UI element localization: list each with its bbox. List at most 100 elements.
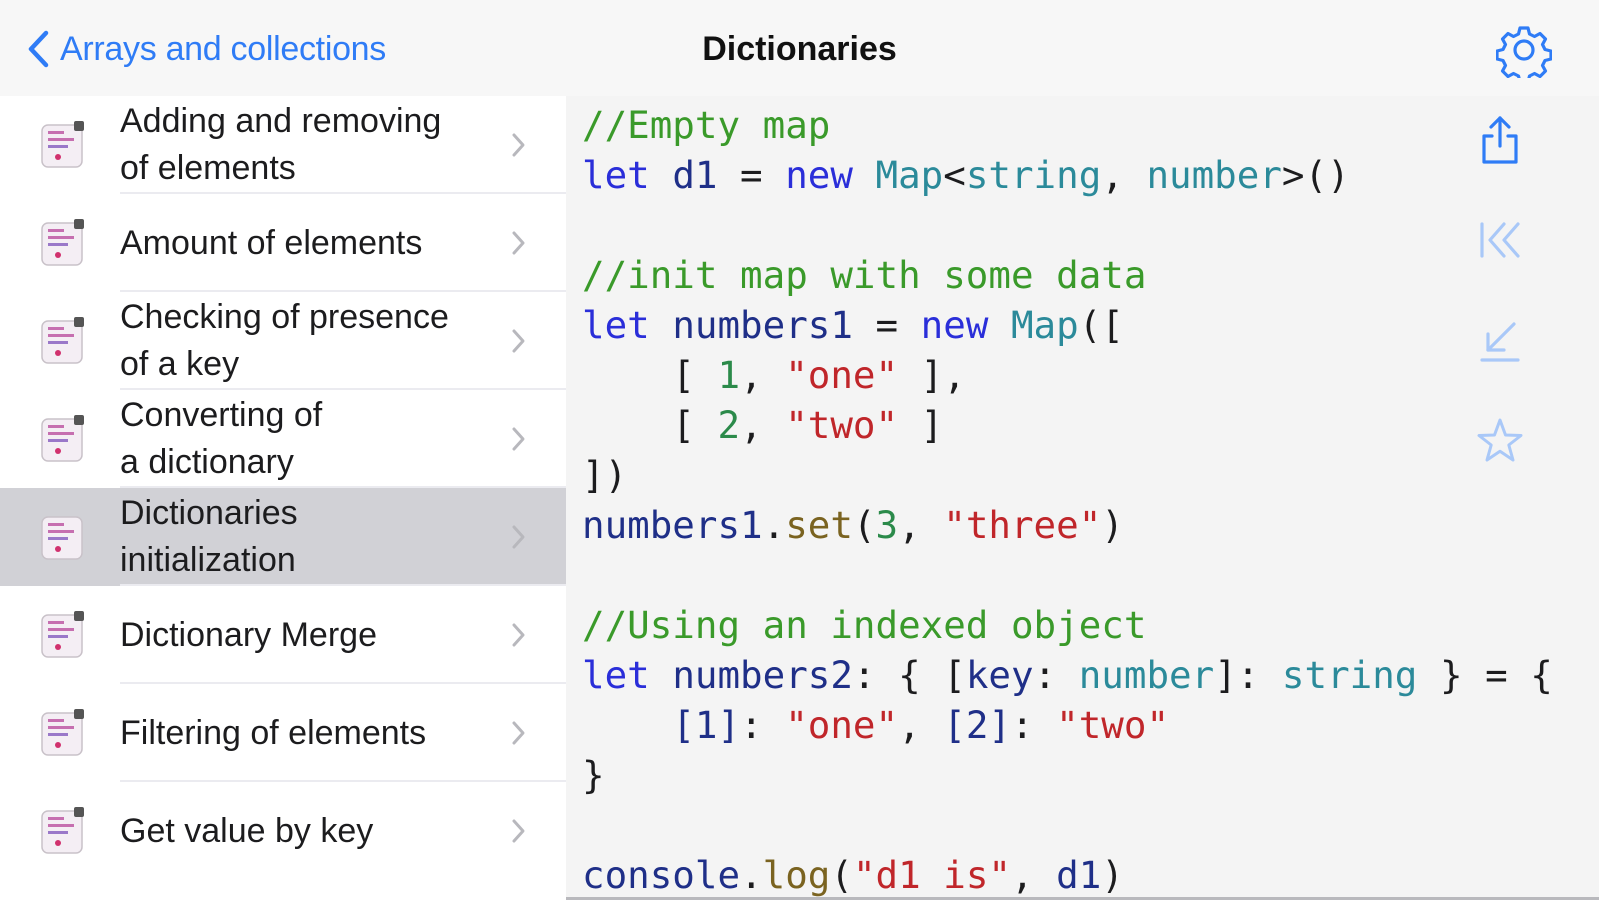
code-token: , — [1101, 153, 1147, 197]
code-token: "two" — [1056, 703, 1170, 747]
sidebar-item[interactable]: Get value by key — [0, 782, 566, 880]
favorite-star-icon[interactable] — [1470, 412, 1530, 472]
first-page-icon[interactable] — [1470, 210, 1530, 270]
sidebar-list: Adding and removing of elements Amount of… — [0, 96, 566, 900]
code-token: } = { — [1417, 653, 1553, 697]
code-token: ]: — [1214, 653, 1282, 697]
code-line: let numbers1 = new Map([ — [582, 300, 1553, 350]
download-icon[interactable] — [1470, 310, 1530, 370]
code-token: let — [582, 153, 650, 197]
share-icon[interactable] — [1470, 110, 1530, 170]
sidebar-item[interactable]: Adding and removing of elements — [0, 96, 566, 194]
code-token: "one" — [785, 353, 899, 397]
code-token: let — [582, 653, 650, 697]
chevron-right-icon — [512, 231, 525, 255]
page-title: Dictionaries — [0, 24, 1599, 74]
code-line: console.log("d1 is", d1) — [582, 850, 1553, 900]
code-line: //Empty map — [582, 100, 1553, 150]
code-block: //Empty map let d1 = new Map<string, numb… — [582, 100, 1553, 900]
code-token: : — [1010, 703, 1057, 747]
code-token: ( — [830, 853, 853, 897]
code-token: "one" — [785, 703, 899, 747]
code-token: ], — [898, 353, 966, 397]
chevron-right-icon — [512, 329, 525, 353]
sidebar-item-label: Filtering of elements — [120, 713, 427, 752]
chevron-right-icon — [512, 721, 525, 745]
code-token: [1] — [672, 703, 741, 747]
code-line: [1]: "one", [2]: "two" — [582, 700, 1553, 750]
document-icon — [41, 317, 84, 364]
code-token: new — [920, 303, 989, 347]
chevron-right-icon — [512, 819, 525, 843]
code-token: let — [582, 303, 650, 347]
code-token: : — [1033, 653, 1079, 697]
code-token: log — [762, 853, 831, 897]
sidebar-item[interactable]: Checking of presence of a key — [0, 292, 566, 390]
code-token: : { [ — [852, 653, 966, 697]
code-token: , — [1010, 853, 1057, 897]
code-token: 3 — [875, 503, 899, 547]
chevron-right-icon — [512, 623, 525, 647]
sidebar-item[interactable]: Filtering of elements — [0, 684, 566, 782]
code-token: < — [943, 153, 966, 197]
code-token: ) — [1101, 503, 1124, 547]
sidebar-item-label: Checking of presence of a key — [120, 298, 449, 383]
code-token: string — [1281, 653, 1418, 697]
document-icon — [41, 121, 84, 168]
code-token: numbers1 — [672, 303, 853, 347]
sidebar-item-label: Amount of elements — [120, 223, 423, 262]
document-icon — [41, 611, 84, 658]
document-icon — [41, 709, 84, 756]
chevron-right-icon — [512, 525, 525, 549]
code-token: } — [582, 753, 605, 797]
sidebar-item[interactable]: Converting of a dictionary — [0, 390, 566, 488]
code-token: ] — [898, 403, 944, 447]
sidebar-item-label: Dictionaries initialization — [120, 494, 298, 579]
code-token: , — [740, 353, 786, 397]
code-token: ([ — [1078, 303, 1124, 347]
sidebar-item[interactable]: Dictionary Merge — [0, 586, 566, 684]
code-token: ]) — [582, 453, 628, 497]
code-token: //Using an indexed object — [582, 603, 1147, 647]
side-toolbar — [1470, 96, 1540, 556]
code-line: //Using an indexed object — [582, 600, 1553, 650]
code-token: , — [898, 503, 944, 547]
document-icon — [41, 807, 84, 854]
chevron-right-icon — [512, 427, 525, 451]
code-token: number — [1078, 653, 1215, 697]
code-token: , — [740, 403, 786, 447]
page-title-text: Dictionaries — [702, 30, 897, 68]
code-view[interactable]: //Empty map let d1 = new Map<string, numb… — [566, 96, 1599, 900]
code-token: //Empty map — [582, 103, 831, 147]
gear-icon[interactable] — [1496, 22, 1552, 78]
code-token: "three" — [943, 503, 1102, 547]
code-token: numbers1 — [582, 503, 763, 547]
sidebar-item[interactable]: Amount of elements — [0, 194, 566, 292]
code-token: set — [785, 503, 853, 547]
code-line: [ 1, "one" ], — [582, 350, 1553, 400]
code-token: Map — [1010, 303, 1079, 347]
code-token: [ — [582, 353, 718, 397]
code-line: } — [582, 750, 1553, 800]
code-token: number — [1146, 153, 1282, 197]
document-icon — [41, 219, 84, 266]
code-token: >() — [1281, 153, 1350, 197]
code-token: . — [762, 503, 786, 547]
code-token: , — [898, 703, 944, 747]
code-token: [ — [582, 403, 718, 447]
code-token: numbers2 — [672, 653, 853, 697]
sidebar-item-label: Dictionary Merge — [120, 615, 377, 654]
code-token: "two" — [785, 403, 899, 447]
sidebar-item-label: Converting of a dictionary — [120, 396, 323, 481]
sidebar-item-label: Adding and removing of elements — [120, 102, 442, 187]
document-icon — [41, 516, 83, 560]
sidebar-item[interactable]: Dictionaries initialization — [0, 488, 566, 586]
navigation-bar: Arrays and collections Dictionaries — [0, 0, 1599, 96]
